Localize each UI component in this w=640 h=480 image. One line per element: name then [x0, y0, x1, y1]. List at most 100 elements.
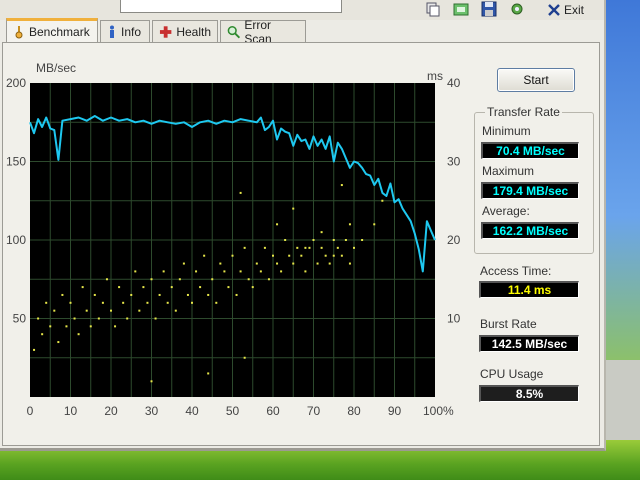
- tab-benchmark-label: Benchmark: [29, 24, 90, 39]
- access-time-point: [130, 293, 133, 296]
- access-time-point: [272, 254, 274, 257]
- tab-health[interactable]: Health: [152, 20, 218, 42]
- save-icon[interactable]: [476, 0, 502, 18]
- access-time-point: [118, 286, 121, 289]
- health-cross-icon: [159, 25, 172, 38]
- x-tick-label: 0: [27, 404, 34, 418]
- access-time-point: [215, 301, 218, 304]
- access-time-point: [182, 262, 185, 265]
- access-time-point: [154, 317, 157, 320]
- screenshot-icon[interactable]: [448, 0, 474, 18]
- minimum-value: 70.4 MB/sec: [481, 142, 579, 159]
- access-time-point: [239, 191, 242, 194]
- access-time-point: [296, 246, 299, 249]
- access-time-point: [166, 301, 169, 304]
- x-tick-label: 70: [307, 404, 321, 418]
- y-right-tick-label: 20: [447, 233, 461, 247]
- access-time-point: [223, 270, 226, 273]
- x-tick-label: 10: [64, 404, 78, 418]
- access-time-point: [77, 333, 80, 336]
- access-time-point: [122, 301, 125, 304]
- y-right-unit-label: ms: [427, 69, 443, 83]
- access-time-point: [324, 254, 327, 257]
- access-time-value: 11.4 ms: [479, 281, 579, 298]
- y-left-tick-label: 200: [6, 76, 26, 90]
- access-time-point: [231, 254, 234, 257]
- access-time-point: [267, 278, 270, 281]
- x-tick-label: 80: [347, 404, 361, 418]
- access-time-point: [186, 293, 189, 296]
- exit-label: Exit: [564, 3, 585, 17]
- access-time-point: [207, 293, 210, 296]
- access-time-point: [97, 317, 100, 320]
- access-time-point: [336, 246, 339, 249]
- access-time-point: [243, 356, 246, 359]
- exit-button[interactable]: Exit: [548, 2, 584, 18]
- access-time-point: [150, 380, 153, 383]
- y-right-tick-label: 40: [447, 76, 461, 90]
- y-right-tick-label: 30: [447, 155, 461, 169]
- access-time-point: [292, 262, 295, 265]
- x-tick-label: 90: [388, 404, 402, 418]
- access-time-point: [304, 246, 307, 249]
- burst-rate-label: Burst Rate: [480, 317, 537, 331]
- copy-icon[interactable]: [420, 0, 446, 18]
- access-time-point: [126, 317, 129, 320]
- info-icon: [110, 25, 114, 38]
- benchmark-chart: 0 10 20 30 40 50 60 70 80 90 100% 50 100 150 200 10 20 30…: [0, 60, 470, 420]
- access-time-point: [288, 254, 291, 257]
- access-time-point: [353, 246, 355, 249]
- chart-svg: 0 10 20 30 40 50 60 70 80 90 100% 50 100 150 200 10 20 30…: [6, 61, 461, 418]
- close-icon: [548, 4, 560, 16]
- access-time-point: [49, 325, 52, 328]
- tab-benchmark[interactable]: Benchmark: [6, 18, 98, 42]
- access-time-point: [381, 199, 384, 202]
- access-time-point: [243, 246, 246, 249]
- burst-rate-value: 142.5 MB/sec: [479, 335, 579, 352]
- maximum-value: 179.4 MB/sec: [481, 182, 579, 199]
- desktop-sky: [600, 0, 640, 360]
- access-time-point: [361, 239, 364, 241]
- magnifier-icon: [227, 25, 241, 38]
- access-time-label: Access Time:: [480, 264, 552, 278]
- x-tick-label: 40: [185, 404, 199, 418]
- access-time-point: [284, 239, 287, 241]
- access-time-point: [276, 223, 279, 226]
- access-time-point: [239, 270, 242, 273]
- access-time-point: [263, 246, 266, 249]
- access-time-point: [53, 309, 56, 312]
- cpu-usage-value: 8.5%: [479, 385, 579, 402]
- hd-benchmark-window: Exit Benchmark Info Health Error Scan 0 1…: [0, 0, 606, 451]
- x-tick-label: 100%: [423, 404, 454, 418]
- access-time-point: [89, 325, 92, 328]
- access-time-point: [316, 262, 319, 265]
- access-time-point: [93, 293, 96, 296]
- x-tick-label: 60: [266, 404, 280, 418]
- average-value: 162.2 MB/sec: [481, 222, 579, 239]
- access-time-point: [199, 286, 202, 289]
- access-time-point: [65, 325, 68, 328]
- access-time-point: [69, 301, 72, 304]
- access-time-point: [227, 286, 230, 289]
- access-time-point: [308, 246, 311, 249]
- access-time-point: [105, 278, 108, 281]
- access-time-point: [134, 270, 137, 273]
- tab-info[interactable]: Info: [100, 20, 150, 42]
- y-left-tick-label: 100: [6, 233, 26, 247]
- access-time-point: [332, 239, 335, 241]
- access-time-point: [73, 317, 76, 320]
- access-time-point: [340, 184, 343, 187]
- average-label: Average:: [482, 204, 530, 218]
- cpu-usage-label: CPU Usage: [480, 367, 544, 381]
- access-time-point: [373, 223, 376, 226]
- access-time-point: [312, 239, 315, 241]
- tab-error-scan[interactable]: Error Scan: [220, 18, 306, 46]
- access-time-point: [328, 262, 331, 265]
- access-time-point: [203, 254, 206, 257]
- minimum-label: Minimum: [482, 124, 531, 138]
- transfer-rate-title: Transfer Rate: [485, 105, 562, 119]
- options-icon[interactable]: [504, 0, 530, 18]
- access-time-point: [174, 309, 177, 312]
- start-button[interactable]: Start: [497, 68, 575, 92]
- drive-select[interactable]: [120, 0, 342, 13]
